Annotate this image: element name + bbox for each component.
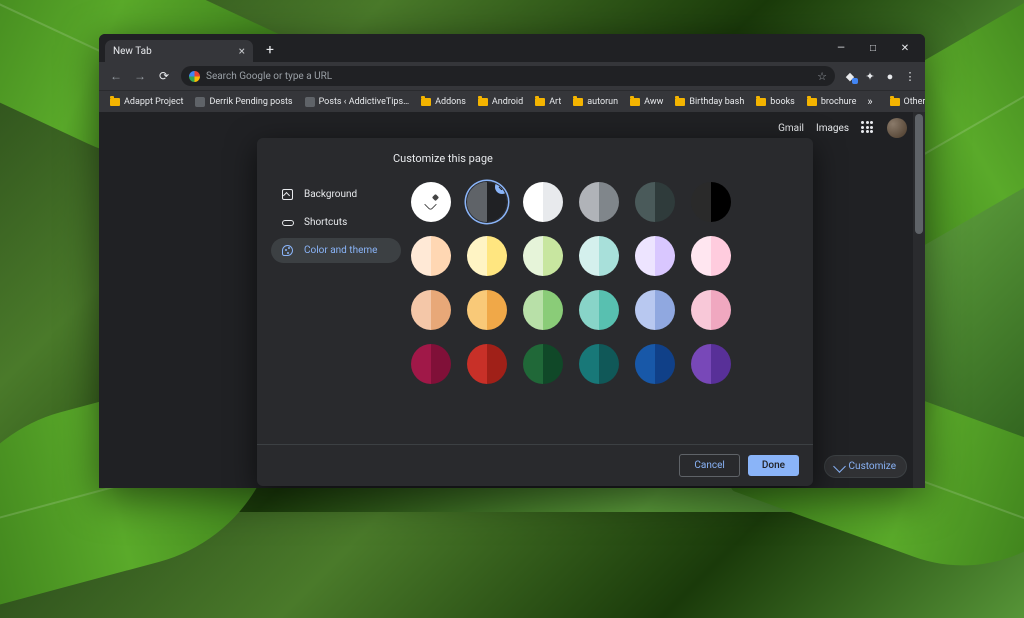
bookmark-item[interactable]: brochure [802, 93, 862, 111]
color-swatch[interactable] [411, 236, 451, 276]
color-swatch[interactable] [411, 290, 451, 330]
eyedropper-icon [424, 195, 438, 209]
color-swatch[interactable] [579, 290, 619, 330]
color-swatch[interactable] [635, 344, 675, 384]
color-picker-swatch[interactable] [411, 182, 451, 222]
customize-dialog: Customize this page Background Shortcuts C… [257, 138, 813, 486]
bookmark-item[interactable]: Android [473, 93, 528, 111]
color-swatch[interactable] [579, 236, 619, 276]
color-swatch[interactable] [579, 344, 619, 384]
address-bar[interactable]: Search Google or type a URL ☆ [181, 66, 835, 86]
minimize-button[interactable]: — [825, 34, 857, 62]
bookmark-item[interactable]: autorun [568, 93, 623, 111]
folder-icon [421, 98, 431, 106]
folder-icon [890, 98, 900, 106]
bookmark-item[interactable]: Aww [625, 93, 668, 111]
folder-icon [756, 98, 766, 106]
color-swatch-grid [411, 182, 795, 384]
apps-grid-icon[interactable] [861, 121, 875, 135]
color-swatch[interactable] [467, 182, 507, 222]
bookmark-item[interactable]: Derrik Pending posts [190, 93, 297, 111]
folder-icon [630, 98, 640, 106]
folder-icon [110, 98, 120, 106]
reload-button[interactable]: ⟳ [153, 65, 175, 87]
maximize-button[interactable]: □ [857, 34, 889, 62]
check-icon [495, 182, 507, 194]
color-swatch[interactable] [635, 236, 675, 276]
site-icon [305, 97, 315, 107]
sidebar-item-color-and-theme[interactable]: Color and theme [271, 238, 401, 263]
toolbar: ← → ⟳ Search Google or type a URL ☆ ◆ ✦ … [99, 62, 925, 90]
color-swatch[interactable] [467, 344, 507, 384]
other-bookmarks[interactable]: Other bookmarks [885, 93, 925, 111]
new-tab-button[interactable]: + [261, 42, 279, 60]
back-button[interactable]: ← [105, 65, 127, 87]
bg-icon [282, 189, 293, 200]
color-swatch[interactable] [411, 344, 451, 384]
bookmark-item[interactable]: Adappt Project [105, 93, 188, 111]
palette-icon [282, 245, 293, 256]
color-swatch[interactable] [579, 182, 619, 222]
bookmarks-overflow-icon[interactable]: » [863, 95, 876, 108]
color-swatch[interactable] [691, 344, 731, 384]
extension-icon[interactable]: ◆ [841, 67, 859, 85]
sidebar-item-shortcuts[interactable]: Shortcuts [271, 210, 401, 235]
dialog-title: Customize this page [257, 152, 493, 165]
browser-window: New Tab × + — □ ✕ ← → ⟳ Search Google or… [99, 34, 925, 488]
color-swatch[interactable] [523, 182, 563, 222]
folder-icon [573, 98, 583, 106]
title-bar[interactable]: New Tab × + — □ ✕ [99, 34, 925, 62]
folder-icon [478, 98, 488, 106]
menu-icon[interactable]: ⋮ [901, 67, 919, 85]
bookmark-item[interactable]: books [751, 93, 800, 111]
folder-icon [535, 98, 545, 106]
bookmark-item[interactable]: Birthday bash [670, 93, 749, 111]
profile-icon[interactable]: ● [881, 67, 899, 85]
images-link[interactable]: Images [816, 123, 849, 134]
color-swatch[interactable] [691, 290, 731, 330]
color-swatch[interactable] [635, 290, 675, 330]
link-icon [282, 220, 294, 226]
folder-icon [675, 98, 685, 106]
dialog-sidebar: Background Shortcuts Color and theme [271, 152, 401, 436]
forward-button[interactable]: → [129, 65, 151, 87]
tab-title: New Tab [113, 46, 152, 57]
scrollbar-track[interactable] [913, 112, 925, 488]
extensions-puzzle-icon[interactable]: ✦ [861, 67, 879, 85]
bookmark-item[interactable]: Posts ‹ AddictiveTips… [300, 93, 415, 111]
google-icon [189, 71, 200, 82]
cancel-button[interactable]: Cancel [679, 454, 739, 477]
pencil-icon [833, 460, 846, 473]
window-close-button[interactable]: ✕ [889, 34, 921, 62]
bookmark-item[interactable]: Art [530, 93, 566, 111]
scrollbar-thumb[interactable] [915, 114, 923, 234]
color-swatch[interactable] [635, 182, 675, 222]
color-swatch[interactable] [523, 344, 563, 384]
browser-tab[interactable]: New Tab × [105, 40, 253, 62]
color-swatch[interactable] [467, 290, 507, 330]
bookmarks-bar: Adappt ProjectDerrik Pending postsPosts … [99, 90, 925, 112]
dialog-footer: Cancel Done [257, 444, 813, 486]
new-tab-page: Gmail Images Customize Customize this pa… [99, 112, 925, 488]
sidebar-item-background[interactable]: Background [271, 182, 401, 207]
done-button[interactable]: Done [748, 455, 799, 476]
color-swatch[interactable] [467, 236, 507, 276]
color-swatch[interactable] [691, 182, 731, 222]
site-icon [195, 97, 205, 107]
color-swatch[interactable] [523, 290, 563, 330]
omnibox-placeholder: Search Google or type a URL [206, 71, 332, 82]
user-avatar[interactable] [887, 118, 907, 138]
customize-button[interactable]: Customize [824, 455, 907, 478]
gmail-link[interactable]: Gmail [778, 123, 804, 134]
color-swatch[interactable] [691, 236, 731, 276]
bookmark-star-icon[interactable]: ☆ [817, 70, 827, 83]
color-swatch[interactable] [523, 236, 563, 276]
top-links: Gmail Images [778, 118, 907, 138]
folder-icon [807, 98, 817, 106]
close-tab-icon[interactable]: × [239, 44, 245, 58]
bookmark-item[interactable]: Addons [416, 93, 471, 111]
